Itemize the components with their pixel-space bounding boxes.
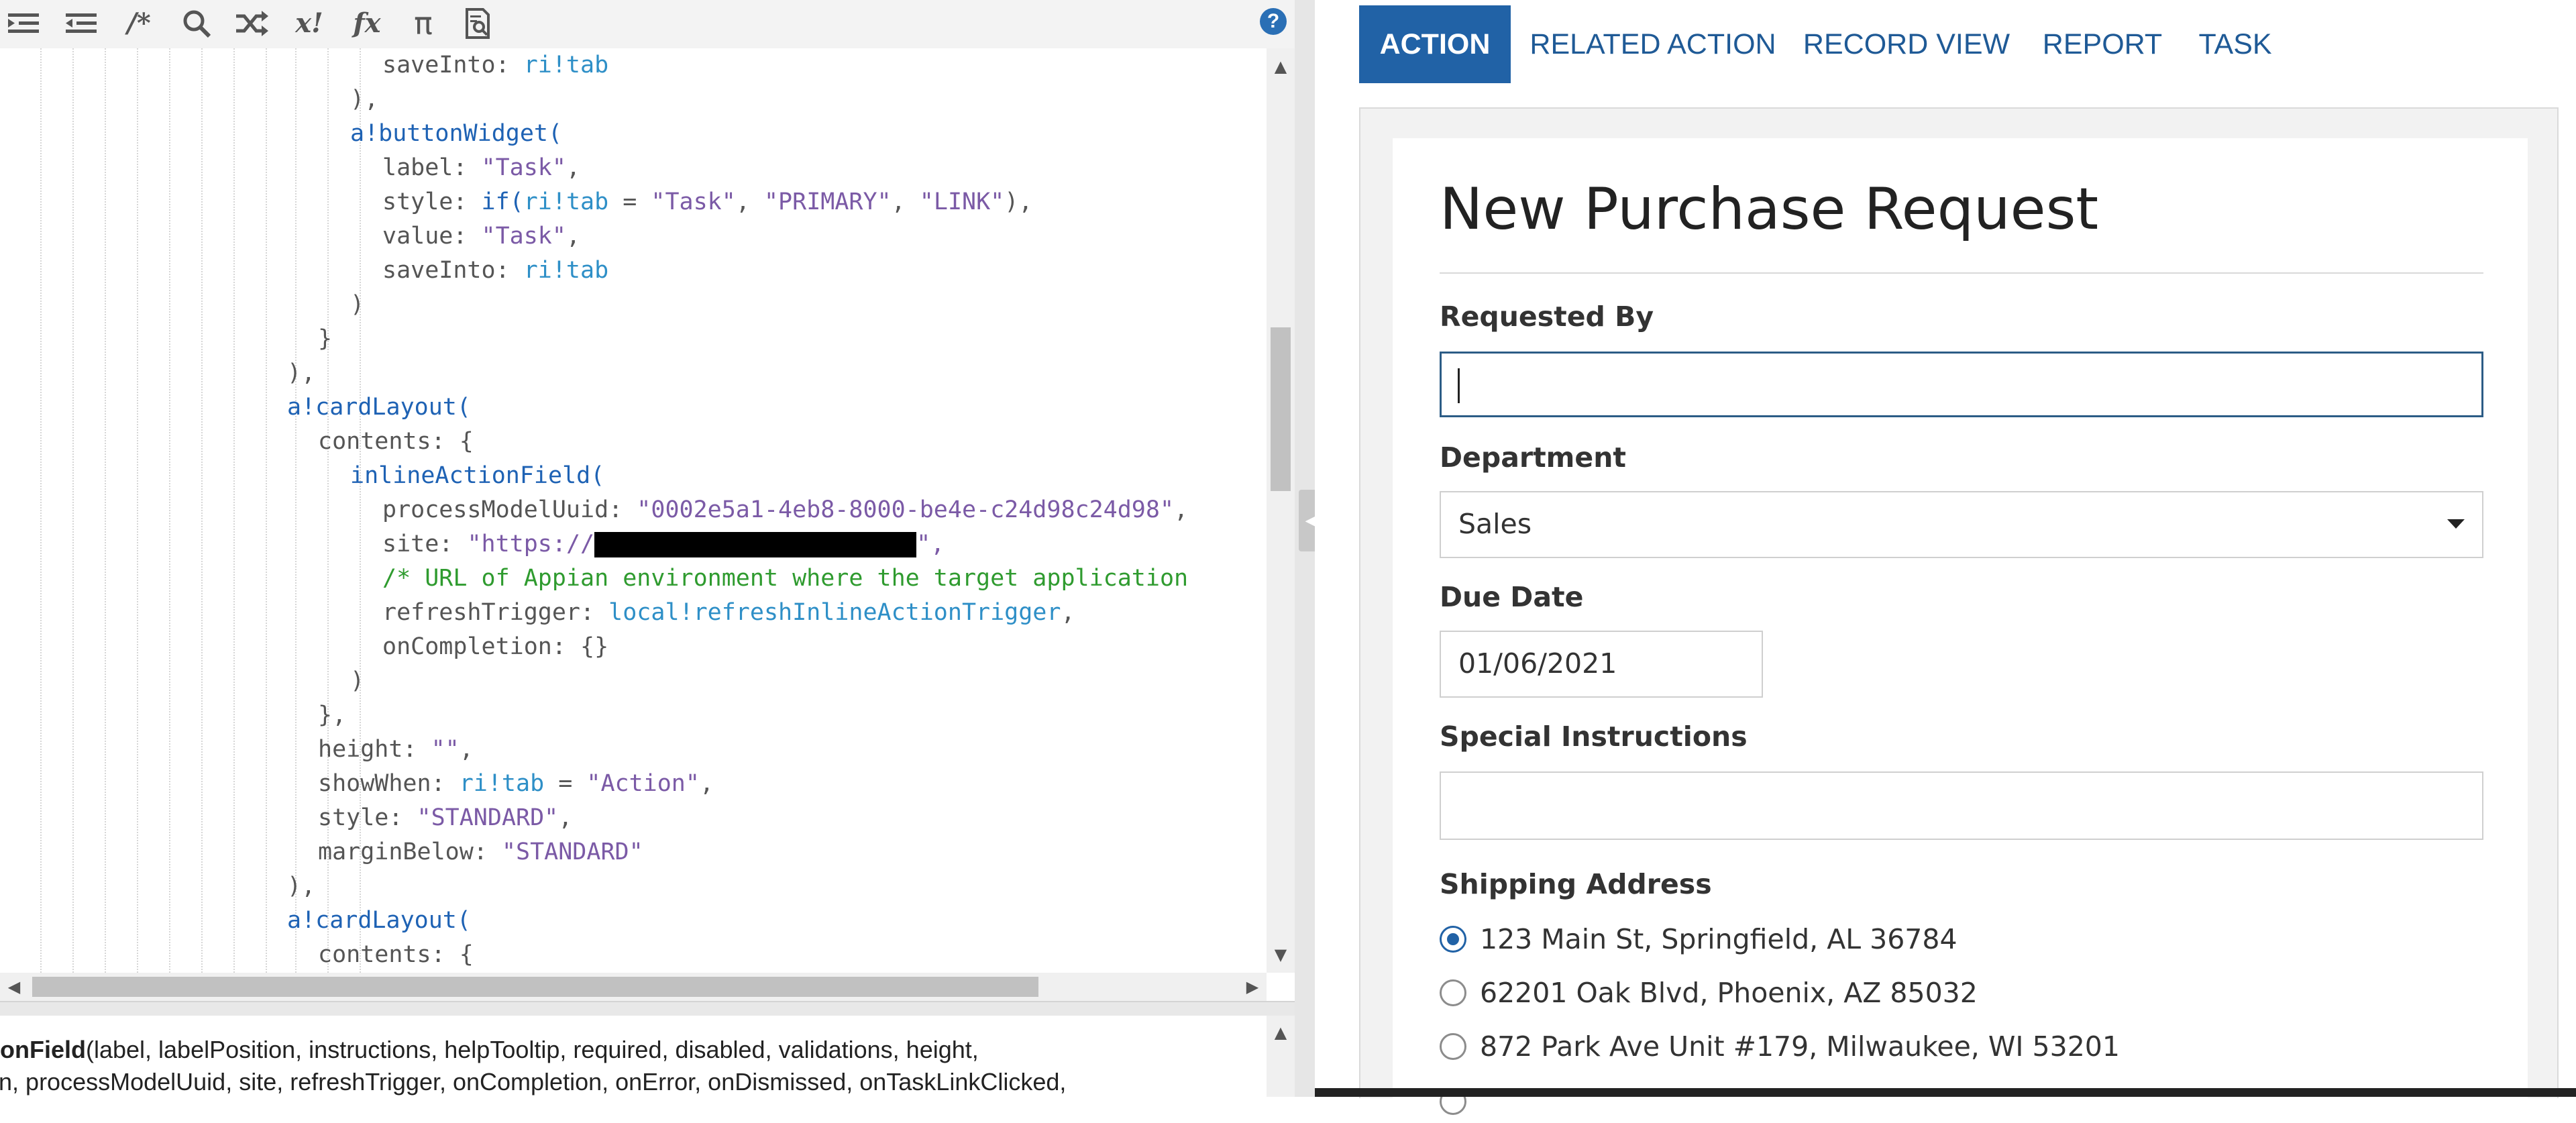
special-instructions-label: Special Instructions xyxy=(1440,720,1748,753)
window-bottom-edge xyxy=(1315,1088,2576,1097)
code-editor: /* x! fx π ? saveInto: ri!tab ), a!butto… xyxy=(0,0,1295,1097)
card-layout: New Purchase Request Requested By Depart… xyxy=(1359,107,2559,1115)
scrollbar-thumb[interactable] xyxy=(32,977,1038,997)
scroll-left-icon[interactable]: ◀ xyxy=(0,973,28,1001)
form-title: New Purchase Request xyxy=(1440,176,2099,243)
comment-icon[interactable]: /* xyxy=(119,4,158,43)
code-area[interactable]: saveInto: ri!tab ), a!buttonWidget( labe… xyxy=(0,48,1267,973)
redaction-bar xyxy=(594,532,917,557)
indent-increase-icon[interactable] xyxy=(62,4,101,43)
function-signature-hint: tionField(label, labelPosition, instruct… xyxy=(0,1016,1267,1097)
code-line: style: if(ri!tab = "Task", "PRIMARY", "L… xyxy=(382,189,1033,215)
code-line: showWhen: ri!tab = "Action", xyxy=(318,770,714,797)
scroll-up-icon[interactable]: ▲ xyxy=(1267,52,1295,81)
help-icon[interactable]: ? xyxy=(1260,8,1287,35)
code-line: value: "Task", xyxy=(382,223,581,250)
code-line: ), xyxy=(287,360,316,386)
code-line: processModelUuid: "0002e5a1-4eb8-8000-be… xyxy=(382,496,1189,523)
code-line: saveInto: ri!tab xyxy=(382,52,609,78)
text-caret xyxy=(1458,368,1460,403)
code-line: contents: { xyxy=(318,428,474,455)
scroll-down-icon[interactable]: ▼ xyxy=(1267,941,1295,969)
code-line: onCompletion: {} xyxy=(382,633,609,660)
preview-pane: ACTION RELATED ACTION RECORD VIEW REPORT… xyxy=(1315,0,2576,1115)
scroll-up-icon[interactable]: ▲ xyxy=(1267,1018,1295,1047)
code-line: /* URL of Appian environment where the t… xyxy=(382,565,1189,592)
hint-params: (label, labelPosition, instructions, hel… xyxy=(85,1036,979,1063)
code-line: height: "", xyxy=(318,736,474,763)
code-line: ), xyxy=(350,86,379,113)
no-exclamation-icon[interactable]: x! xyxy=(290,4,329,43)
hint-scrollbar[interactable]: ▲ xyxy=(1267,1016,1295,1097)
code-line: }, xyxy=(318,702,347,729)
code-line: ), xyxy=(287,873,316,900)
requested-by-field[interactable] xyxy=(1440,352,2483,417)
tab-related-action[interactable]: RELATED ACTION xyxy=(1525,5,1780,83)
document-search-icon[interactable] xyxy=(459,4,498,43)
title-divider xyxy=(1440,272,2483,274)
code-line: } xyxy=(318,325,333,352)
search-icon[interactable] xyxy=(177,4,216,43)
department-selected-value: Sales xyxy=(1458,508,1532,540)
code-line: label: "Task", xyxy=(382,154,581,181)
radio-icon[interactable] xyxy=(1440,1033,1466,1060)
hint-params: en, processModelUuid, site, refreshTrigg… xyxy=(0,1068,1067,1095)
chevron-down-icon xyxy=(2447,519,2465,529)
shuffle-icon[interactable] xyxy=(232,4,271,43)
shipping-address-label: Shipping Address xyxy=(1440,868,1712,900)
due-date-label: Due Date xyxy=(1440,581,1584,613)
pi-icon[interactable]: π xyxy=(404,4,443,43)
radio-icon[interactable] xyxy=(1440,979,1466,1006)
scrollbar-thumb[interactable] xyxy=(1271,327,1291,491)
form-card: New Purchase Request Requested By Depart… xyxy=(1393,138,2528,1115)
hint-function-name: tionField xyxy=(0,1036,86,1063)
code-line: a!buttonWidget( xyxy=(350,120,563,147)
vertical-scrollbar[interactable]: ▲ ▼ xyxy=(1267,48,1295,973)
code-line: a!cardLayout( xyxy=(287,907,471,934)
indent-decrease-icon[interactable] xyxy=(4,4,43,43)
horizontal-scrollbar[interactable]: ◀ ▶ xyxy=(0,973,1267,1001)
code-line: ) xyxy=(350,667,365,694)
code-line: ) xyxy=(350,291,365,318)
code-line: saveInto: ri!tab xyxy=(382,257,609,284)
due-date-field[interactable]: 01/06/2021 xyxy=(1440,631,1763,698)
function-icon[interactable]: fx xyxy=(347,4,386,43)
scroll-right-icon[interactable]: ▶ xyxy=(1238,973,1267,1001)
department-dropdown[interactable]: Sales xyxy=(1440,491,2483,558)
code-line: a!cardLayout( xyxy=(287,394,471,421)
tab-record-view[interactable]: RECORD VIEW xyxy=(1791,5,2022,83)
code-line: style: "STANDARD", xyxy=(318,804,573,831)
code-line: marginBelow: "STANDARD" xyxy=(318,839,643,865)
tab-report[interactable]: REPORT xyxy=(2035,5,2169,83)
code-line: inlineActionField( xyxy=(350,462,605,489)
special-instructions-field[interactable] xyxy=(1440,771,2483,840)
code-line: site: "https://", xyxy=(382,531,945,557)
tab-action[interactable]: ACTION xyxy=(1359,5,1511,83)
requested-by-label: Requested By xyxy=(1440,301,1654,333)
code-line: contents: { xyxy=(318,941,474,968)
radio-selected-icon[interactable] xyxy=(1440,926,1466,953)
tab-task[interactable]: TASK xyxy=(2182,5,2289,83)
editor-toolbar: /* x! fx π ? xyxy=(0,0,1295,50)
hint-divider[interactable] xyxy=(0,1001,1295,1016)
code-line: refreshTrigger: local!refreshInlineActio… xyxy=(382,599,1075,626)
department-label: Department xyxy=(1440,441,1626,474)
